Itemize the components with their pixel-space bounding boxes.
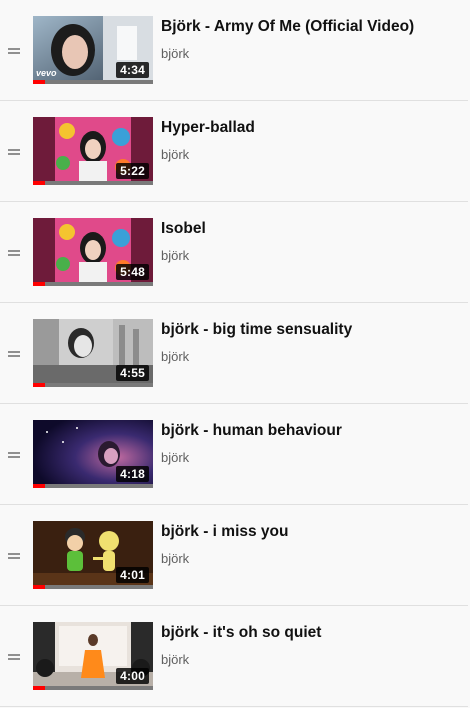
progress-bar <box>33 585 153 589</box>
channel-name[interactable]: björk <box>161 449 189 467</box>
channel-name[interactable]: björk <box>161 45 189 63</box>
video-thumbnail[interactable]: 5:48 <box>33 218 153 286</box>
progress-fill <box>33 282 45 286</box>
progress-bar <box>33 282 153 286</box>
video-title[interactable]: björk - i miss you <box>161 522 288 542</box>
progress-bar <box>33 383 153 387</box>
video-title[interactable]: Björk - Army Of Me (Official Video) <box>161 17 414 37</box>
playlist-item[interactable]: vevo 4:34 Björk - Army Of Me (Official V… <box>0 0 468 101</box>
channel-name[interactable]: björk <box>161 247 189 265</box>
progress-bar <box>33 686 153 690</box>
drag-handle-icon[interactable] <box>8 452 20 459</box>
drag-handle-icon[interactable] <box>8 48 20 55</box>
video-title[interactable]: Isobel <box>161 219 206 239</box>
channel-name[interactable]: björk <box>161 651 189 669</box>
video-thumbnail[interactable]: 4:55 <box>33 319 153 387</box>
drag-handle-icon[interactable] <box>8 149 20 156</box>
playlist: vevo 4:34 Björk - Army Of Me (Official V… <box>0 0 470 708</box>
video-thumbnail[interactable]: 4:18 <box>33 420 153 488</box>
progress-fill <box>33 181 45 185</box>
progress-fill <box>33 383 45 387</box>
channel-name[interactable]: björk <box>161 146 189 164</box>
progress-bar <box>33 181 153 185</box>
video-title[interactable]: björk - it's oh so quiet <box>161 623 321 643</box>
duration-badge: 4:34 <box>116 62 149 78</box>
progress-fill <box>33 686 45 690</box>
video-title[interactable]: björk - big time sensuality <box>161 320 352 340</box>
video-thumbnail[interactable]: vevo 4:34 <box>33 16 153 84</box>
vevo-badge: vevo <box>36 68 57 78</box>
channel-name[interactable]: björk <box>161 550 189 568</box>
playlist-item[interactable]: 4:00 björk - it's oh so quiet björk <box>0 606 468 707</box>
channel-name[interactable]: björk <box>161 348 189 366</box>
playlist-item[interactable]: 4:01 björk - i miss you björk <box>0 505 468 606</box>
drag-handle-icon[interactable] <box>8 553 20 560</box>
video-title[interactable]: Hyper-ballad <box>161 118 255 138</box>
duration-badge: 4:55 <box>116 365 149 381</box>
progress-fill <box>33 585 45 589</box>
video-thumbnail[interactable]: 4:01 <box>33 521 153 589</box>
video-title[interactable]: björk - human behaviour <box>161 421 342 441</box>
progress-fill <box>33 80 45 84</box>
playlist-item[interactable]: 4:18 björk - human behaviour björk <box>0 404 468 505</box>
drag-handle-icon[interactable] <box>8 351 20 358</box>
playlist-item[interactable]: 5:48 Isobel björk <box>0 202 468 303</box>
progress-bar <box>33 80 153 84</box>
duration-badge: 4:01 <box>116 567 149 583</box>
drag-handle-icon[interactable] <box>8 250 20 257</box>
video-thumbnail[interactable]: 4:00 <box>33 622 153 690</box>
duration-badge: 4:00 <box>116 668 149 684</box>
playlist-item[interactable]: 4:55 björk - big time sensuality björk <box>0 303 468 404</box>
drag-handle-icon[interactable] <box>8 654 20 661</box>
duration-badge: 4:18 <box>116 466 149 482</box>
duration-badge: 5:48 <box>116 264 149 280</box>
progress-bar <box>33 484 153 488</box>
progress-fill <box>33 484 45 488</box>
playlist-item[interactable]: 5:22 Hyper-ballad björk <box>0 101 468 202</box>
duration-badge: 5:22 <box>116 163 149 179</box>
video-thumbnail[interactable]: 5:22 <box>33 117 153 185</box>
